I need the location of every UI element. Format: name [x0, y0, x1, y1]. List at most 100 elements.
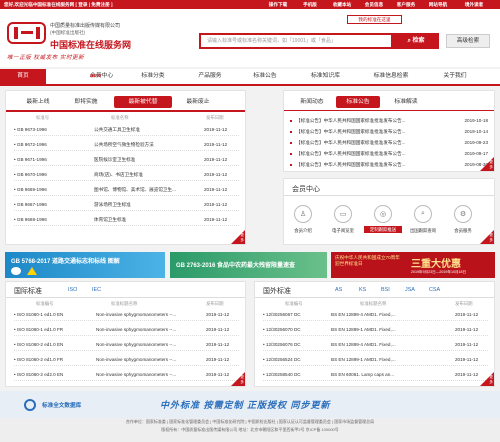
- top-link-bookmark[interactable]: 收藏本站: [326, 0, 358, 9]
- member-service-label[interactable]: 会员服务: [448, 228, 478, 234]
- row-date: 2019-11-12: [204, 127, 228, 132]
- org-tab-ks[interactable]: KS: [359, 287, 366, 293]
- welcome-text[interactable]: 您好,欢迎光临中国标准在线服务网 [ 登录 | 免费注册 ]: [4, 0, 112, 9]
- table-row[interactable]: • ISO 81060-1 ed1.0 EN Non-invasive sphyg…: [14, 308, 239, 321]
- overseas-tracking-label[interactable]: 出国跟踪查询: [408, 228, 438, 234]
- bullet-icon: [290, 119, 292, 122]
- table-row[interactable]: • GB 9668-1996 体育馆卫生标准 2019-11-12: [14, 213, 239, 226]
- tab-abolished[interactable]: 最新废止: [178, 96, 218, 108]
- tab-coming-soon[interactable]: 即将实施: [66, 96, 106, 108]
- tab-replaced[interactable]: 最新被代替: [114, 96, 172, 108]
- table-row[interactable]: • ISO 81060-2 ed1.0 EN Non-invasive sphyg…: [14, 338, 239, 351]
- table-row[interactable]: • GB 9667-1996 游泳场所卫生标准 2019-11-12: [14, 198, 239, 211]
- banner-road-signs-text: GB 5768-2017 道路交通标志和标线 图解: [11, 259, 120, 265]
- divider: [255, 297, 494, 298]
- banner-pesticide[interactable]: GB 2763-2016 食品中农药最大残留限量速查: [170, 252, 327, 278]
- advanced-search-button[interactable]: 高级检索: [446, 34, 490, 48]
- more-label: 更多: [489, 160, 493, 169]
- row-number: • ISO 81060-2 ed2.0 EN: [14, 372, 64, 377]
- top-link-service[interactable]: 客户服务: [390, 0, 422, 9]
- list-item[interactable]: 【标准公告】中华人民共和国国家标准批准发布公告... 2019-09-17: [290, 148, 488, 159]
- member-center-panel: 会员中心 ♙ ▭ ◎ ⌕ ⚙ 会员介绍 电子阅览室 定制跟踪推送 出国跟踪查询 …: [283, 178, 495, 245]
- table-row[interactable]: • GB 9673-1996 公共交通工具卫生标准 2019-11-12: [14, 123, 239, 136]
- list-item[interactable]: 【标准公告】中华人民共和国国家标准批准发布公告... 2019-10-14: [290, 126, 488, 137]
- col-header-name: 标准标题名称: [360, 301, 387, 306]
- new-badge: new: [90, 73, 102, 79]
- tracking-push-label[interactable]: 定制跟踪推送: [364, 226, 402, 233]
- more-button[interactable]: 更多: [231, 372, 245, 386]
- search-input[interactable]: 请输入标准号或标准名称关键词，如「19001」或「食品」: [199, 33, 393, 49]
- table-row[interactable]: • ISO 81060-1 ed1.0 FR Non-invasive sphyg…: [14, 323, 239, 336]
- table-row[interactable]: • 12/30258540 DC BS EN 60061. Lamp caps a…: [263, 368, 488, 381]
- nav-knowledge-base[interactable]: 标准知识库: [298, 69, 353, 84]
- row-name: Non-invasive sphygmomanometers --...: [96, 312, 177, 317]
- tab-latest-online[interactable]: 最新上线: [18, 96, 58, 108]
- my-standards-button[interactable]: 我的标准在这里: [347, 15, 402, 24]
- member-intro-label[interactable]: 会员介绍: [288, 228, 318, 234]
- org-tab-csa[interactable]: CSA: [429, 287, 440, 293]
- more-button[interactable]: 更多: [480, 230, 494, 244]
- search-button[interactable]: ⌕ 检索: [393, 33, 439, 49]
- top-link-mobile[interactable]: 手机版: [294, 0, 326, 9]
- overseas-tracking-icon[interactable]: ⌕: [414, 205, 432, 223]
- nav-announcements[interactable]: 标准公告: [240, 69, 290, 84]
- top-link-member[interactable]: 会员信息: [358, 0, 390, 9]
- list-item[interactable]: 【标准公告】中华人民共和国国家标准批准发布公告... 2019-08-30: [290, 159, 488, 170]
- logo[interactable]: [7, 22, 46, 44]
- table-row[interactable]: • ISO 81060-2 ed2.0 EN Non-invasive sphyg…: [14, 368, 239, 381]
- col-header-number: 标准编号: [36, 301, 54, 306]
- table-row[interactable]: • 12/30256076 DC BS EN 12899-4 AMD1. Fixe…: [263, 338, 488, 351]
- table-row[interactable]: • GB 9671-1996 医院候诊室卫生标准 2019-11-12: [14, 153, 239, 166]
- table-row[interactable]: • GB 9669-1996 图书馆、博物馆、美术馆、展览馆卫生... 2019-1…: [14, 183, 239, 196]
- org-tab-jsa[interactable]: JSA: [405, 287, 415, 293]
- table-row[interactable]: • 12/30256067 DC BS EN 12899-4 AMD1. Fixe…: [263, 308, 488, 321]
- member-service-icon[interactable]: ⚙: [454, 205, 472, 223]
- nav-info-search[interactable]: 标准信息检索: [360, 69, 422, 84]
- member-intro-icon[interactable]: ♙: [294, 205, 312, 223]
- org-tab-iso[interactable]: ISO: [68, 287, 77, 293]
- org-tab-as[interactable]: AS: [335, 287, 342, 293]
- nav-standard-category[interactable]: 标准分类: [128, 69, 178, 84]
- banner-promotion-text: 庆祝中华人民共和国成立70周年 迎世界标准日: [335, 255, 400, 266]
- top-link-overseas[interactable]: 境外读者: [458, 0, 490, 9]
- fulltext-slogan: 中外标准 按需定制 正版授权 同步更新: [160, 400, 331, 410]
- row-number: • 12/30256067 DC: [263, 312, 301, 317]
- org-tab-iec[interactable]: IEC: [92, 287, 101, 293]
- search-icon: ⌕: [407, 38, 411, 44]
- nav-home[interactable]: 首页: [0, 69, 46, 84]
- row-name: BS EN 12899-1 AMD1. Fixed,...: [331, 327, 396, 332]
- row-number-text: GB 9671-1996: [16, 157, 47, 162]
- tab-interpretation[interactable]: 标准解读: [386, 96, 426, 108]
- tracking-push-icon[interactable]: ◎: [374, 205, 392, 223]
- table-row[interactable]: • 12/30256524 DC BS EN 12899-1 AMD1. Fixe…: [263, 353, 488, 366]
- nav-about[interactable]: 关于我们: [430, 69, 480, 84]
- top-link-sitemap[interactable]: 网站导航: [422, 0, 454, 9]
- row-number: • 12/30256070 DC: [263, 327, 301, 332]
- fulltext-banner[interactable]: 标准全文数据库 中外标准 按需定制 正版授权 同步更新: [0, 391, 500, 418]
- org-tab-bsi[interactable]: BSI: [381, 287, 390, 293]
- news-tabs: 新闻动态 标准公告 标准解读: [284, 96, 494, 108]
- banner-promotion[interactable]: 庆祝中华人民共和国成立70周年 迎世界标准日 三重大优惠 2019年9月23日—…: [331, 252, 495, 278]
- database-icon: [24, 399, 36, 411]
- tab-news[interactable]: 新闻动态: [292, 96, 332, 108]
- reading-room-icon[interactable]: ▭: [334, 205, 352, 223]
- row-date: 2019-11-12: [206, 327, 230, 332]
- news-panel: 新闻动态 标准公告 标准解读 【标准公告】中华人民共和国国家标准批准发布公告..…: [283, 90, 495, 172]
- nav-member-center[interactable]: 会员中心 new: [60, 69, 120, 84]
- nav-products[interactable]: 产品服务: [185, 69, 235, 84]
- table-row[interactable]: • GB 9672-1996 公共场所空气微生物检验方法 2019-11-12: [14, 138, 239, 151]
- row-date: 2019-11-12: [206, 312, 230, 317]
- banner-road-signs[interactable]: GB 5768-2017 道路交通标志和标线 图解: [5, 252, 165, 278]
- table-row[interactable]: • ISO 81060-2 ed1.0 FR Non-invasive sphyg…: [14, 353, 239, 366]
- reading-room-label[interactable]: 电子阅览室: [328, 228, 358, 234]
- top-link-download[interactable]: 操作下载: [262, 0, 294, 9]
- more-button[interactable]: 更多: [480, 157, 494, 171]
- table-row[interactable]: • GB 9670-1996 商场(店)、书店卫生标准 2019-11-12: [14, 168, 239, 181]
- more-button[interactable]: 更多: [231, 230, 245, 244]
- list-item[interactable]: 【标准公告】中华人民共和国国家标准批准发布公告... 2019-10-18: [290, 115, 488, 126]
- member-center-title: 会员中心: [292, 186, 320, 193]
- table-row[interactable]: • 12/30256070 DC BS EN 12899-1 AMD1. Fixe…: [263, 323, 488, 336]
- list-item[interactable]: 【标准公告】中华人民共和国国家标准批准发布公告... 2019-09-23: [290, 137, 488, 148]
- tab-announcements[interactable]: 标准公告: [336, 96, 380, 108]
- more-button[interactable]: 更多: [480, 372, 494, 386]
